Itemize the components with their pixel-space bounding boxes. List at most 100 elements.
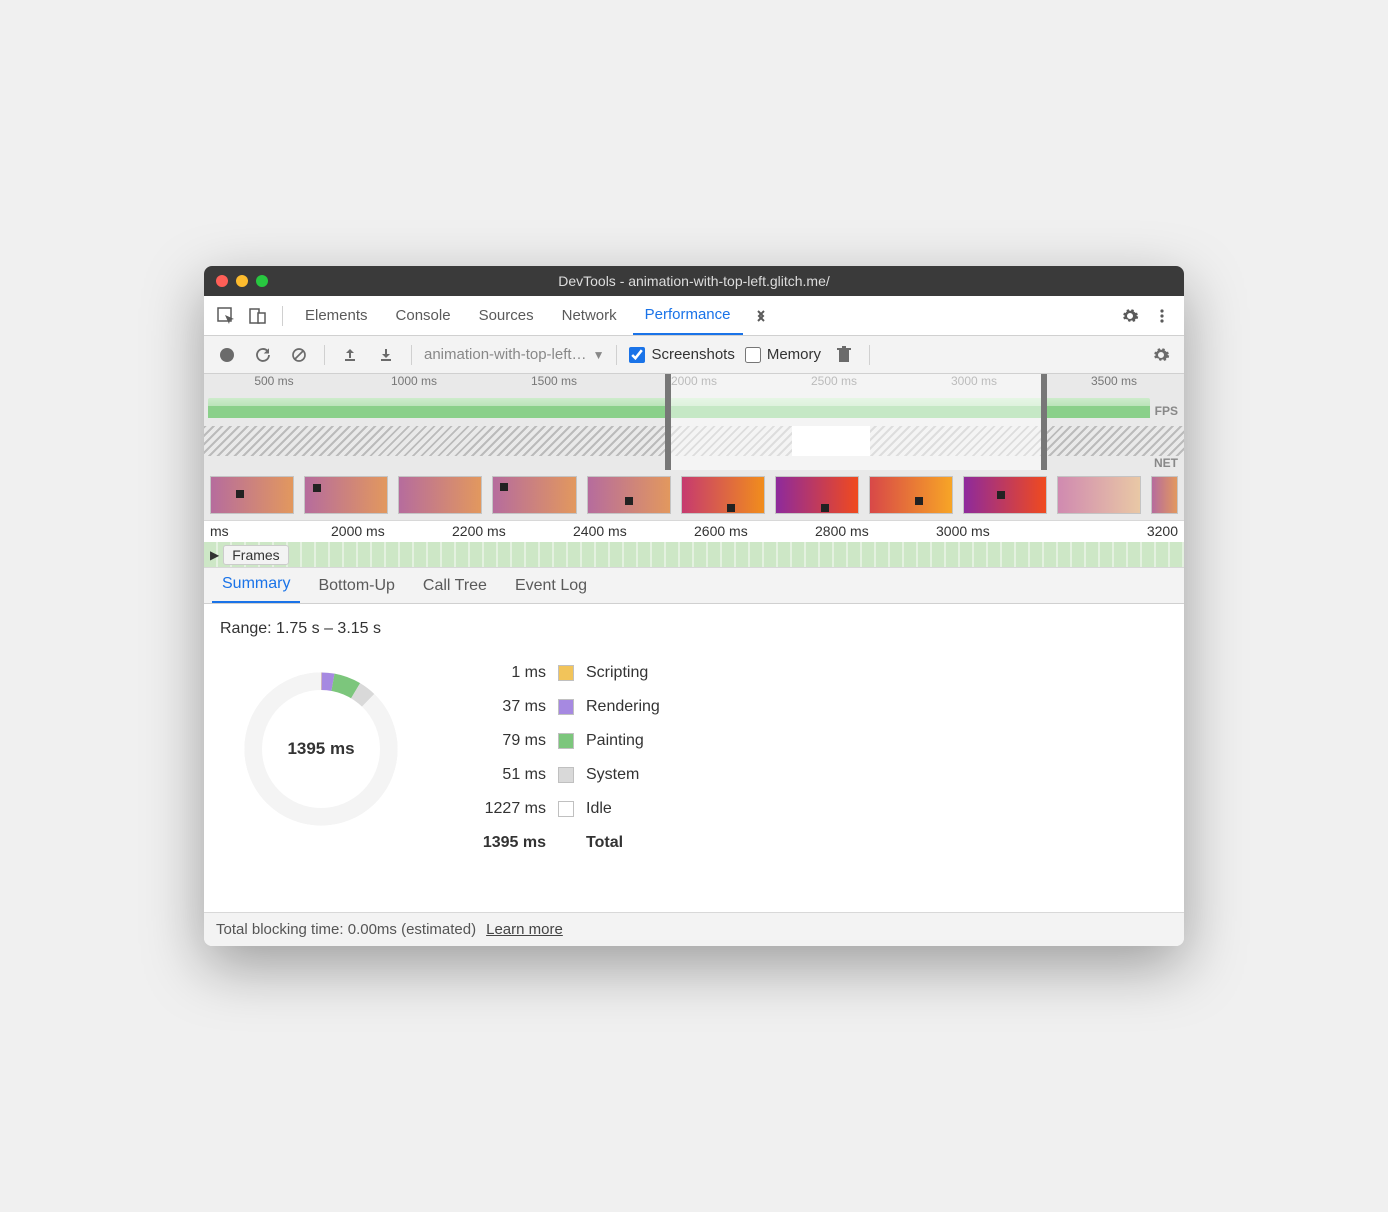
flame-tick: 2600 ms bbox=[694, 523, 815, 542]
detail-tab-eventlog[interactable]: Event Log bbox=[505, 569, 597, 603]
legend-swatch bbox=[558, 801, 574, 817]
learn-more-link[interactable]: Learn more bbox=[486, 921, 563, 938]
summary-donut-chart: 1395 ms bbox=[236, 664, 406, 834]
net-lane-label: NET bbox=[1154, 456, 1178, 470]
tbt-label: Total blocking time: 0.00ms (estimated) bbox=[216, 921, 476, 938]
minimize-window-button[interactable] bbox=[236, 275, 248, 287]
overview-timeline[interactable]: 500 ms 1000 ms 1500 ms 2000 ms 2500 ms 3… bbox=[204, 374, 1184, 470]
detail-tab-calltree[interactable]: Call Tree bbox=[413, 569, 497, 603]
screenshot-thumb[interactable] bbox=[963, 476, 1047, 514]
legend-swatch bbox=[558, 733, 574, 749]
details-tabstrip: Summary Bottom-Up Call Tree Event Log bbox=[204, 568, 1184, 604]
legend-label: Scripting bbox=[586, 664, 648, 682]
gc-trash-icon[interactable] bbox=[831, 342, 857, 368]
legend-label: Painting bbox=[586, 732, 644, 750]
fps-lane-label: FPS bbox=[1155, 404, 1178, 418]
flame-tick: 2800 ms bbox=[815, 523, 936, 542]
legend-label: Rendering bbox=[586, 698, 660, 716]
record-button[interactable] bbox=[214, 342, 240, 368]
screenshot-thumb[interactable] bbox=[869, 476, 953, 514]
overview-tick: 1000 ms bbox=[344, 374, 484, 394]
window-title: DevTools - animation-with-top-left.glitc… bbox=[204, 273, 1184, 289]
expand-triangle-icon[interactable]: ▶ bbox=[210, 548, 219, 562]
screenshots-checkbox-input[interactable] bbox=[629, 347, 645, 363]
screenshot-thumb[interactable] bbox=[587, 476, 671, 514]
tab-network[interactable]: Network bbox=[550, 296, 629, 335]
legend-label: System bbox=[586, 766, 639, 784]
recording-name-text: animation-with-top-left… bbox=[424, 346, 587, 363]
perf-toolbar: animation-with-top-left… ▼ Screenshots M… bbox=[204, 336, 1184, 374]
overview-tick: 500 ms bbox=[204, 374, 344, 394]
screenshot-thumb[interactable] bbox=[492, 476, 576, 514]
screenshot-thumb[interactable] bbox=[1057, 476, 1141, 514]
kebab-menu-icon[interactable] bbox=[1148, 302, 1176, 330]
legend-value: 51 ms bbox=[466, 766, 546, 784]
summary-pane: Range: 1.75 s – 3.15 s 1395 ms 1 msScrip… bbox=[204, 604, 1184, 912]
summary-legend: 1 ms Scripting 37 ms Rendering 79 ms Painting… bbox=[466, 664, 660, 852]
reload-record-icon[interactable] bbox=[250, 342, 276, 368]
flame-tick: 3200 bbox=[1057, 523, 1178, 542]
flame-tick: ms bbox=[210, 523, 331, 542]
overview-selection-handle[interactable] bbox=[665, 374, 1047, 470]
legend-row: 37 ms Rendering bbox=[466, 698, 660, 716]
tab-elements[interactable]: Elements bbox=[293, 296, 380, 335]
legend-total-row: 1395 ms Total bbox=[466, 834, 660, 852]
screenshot-thumb[interactable] bbox=[1151, 476, 1178, 514]
screenshot-thumb[interactable] bbox=[775, 476, 859, 514]
blocking-time-footer: Total blocking time: 0.00ms (estimated) … bbox=[204, 912, 1184, 946]
legend-row: 1227 ms Idle bbox=[466, 800, 660, 818]
screenshot-thumb[interactable] bbox=[210, 476, 294, 514]
tab-performance[interactable]: Performance bbox=[633, 296, 743, 335]
settings-gear-icon[interactable] bbox=[1116, 302, 1144, 330]
screenshots-checkbox[interactable]: Screenshots bbox=[629, 346, 734, 363]
zoom-window-button[interactable] bbox=[256, 275, 268, 287]
detail-tab-summary[interactable]: Summary bbox=[212, 567, 300, 603]
overview-tick: 1500 ms bbox=[484, 374, 624, 394]
devtools-window: DevTools - animation-with-top-left.glitc… bbox=[204, 266, 1184, 946]
flamechart-ticks: ms 2000 ms 2200 ms 2400 ms 2600 ms 2800 … bbox=[204, 520, 1184, 542]
legend-row: 79 ms Painting bbox=[466, 732, 660, 750]
tab-sources[interactable]: Sources bbox=[467, 296, 546, 335]
chevron-down-icon: ▼ bbox=[593, 348, 605, 362]
legend-total-label: Total bbox=[586, 834, 623, 852]
flame-tick: 2000 ms bbox=[331, 523, 452, 542]
legend-total-value: 1395 ms bbox=[466, 834, 546, 852]
flame-tick: 3000 ms bbox=[936, 523, 1057, 542]
upload-profile-icon[interactable] bbox=[337, 342, 363, 368]
legend-swatch bbox=[558, 665, 574, 681]
tab-console[interactable]: Console bbox=[384, 296, 463, 335]
donut-total-label: 1395 ms bbox=[287, 739, 354, 759]
flame-tick: 2400 ms bbox=[573, 523, 694, 542]
frames-label: Frames bbox=[223, 545, 288, 565]
capture-settings-gear-icon[interactable] bbox=[1148, 342, 1174, 368]
clear-icon[interactable] bbox=[286, 342, 312, 368]
frames-track[interactable]: ▶ Frames bbox=[204, 542, 1184, 568]
screenshot-filmstrip[interactable] bbox=[204, 470, 1184, 520]
screenshot-thumb[interactable] bbox=[398, 476, 482, 514]
memory-checkbox-input[interactable] bbox=[745, 347, 761, 363]
flame-tick: 2200 ms bbox=[452, 523, 573, 542]
detail-tab-bottomup[interactable]: Bottom-Up bbox=[308, 569, 404, 603]
legend-value: 1227 ms bbox=[466, 800, 546, 818]
devtools-tabstrip: Elements Console Sources Network Perform… bbox=[204, 296, 1184, 336]
screenshot-thumb[interactable] bbox=[304, 476, 388, 514]
inspect-element-icon[interactable] bbox=[212, 302, 240, 330]
memory-label: Memory bbox=[767, 346, 821, 363]
screenshot-thumb[interactable] bbox=[681, 476, 765, 514]
legend-row: 1 ms Scripting bbox=[466, 664, 660, 682]
screenshots-label: Screenshots bbox=[651, 346, 734, 363]
download-profile-icon[interactable] bbox=[373, 342, 399, 368]
close-window-button[interactable] bbox=[216, 275, 228, 287]
overview-tick: 3500 ms bbox=[1044, 374, 1184, 394]
memory-checkbox[interactable]: Memory bbox=[745, 346, 821, 363]
legend-value: 1 ms bbox=[466, 664, 546, 682]
device-toolbar-icon[interactable] bbox=[244, 302, 272, 330]
legend-value: 37 ms bbox=[466, 698, 546, 716]
legend-value: 79 ms bbox=[466, 732, 546, 750]
titlebar: DevTools - animation-with-top-left.glitc… bbox=[204, 266, 1184, 296]
more-tabs-icon[interactable] bbox=[747, 302, 775, 330]
legend-label: Idle bbox=[586, 800, 612, 818]
legend-row: 51 ms System bbox=[466, 766, 660, 784]
recording-name-dropdown[interactable]: animation-with-top-left… ▼ bbox=[424, 346, 604, 363]
legend-swatch bbox=[558, 699, 574, 715]
